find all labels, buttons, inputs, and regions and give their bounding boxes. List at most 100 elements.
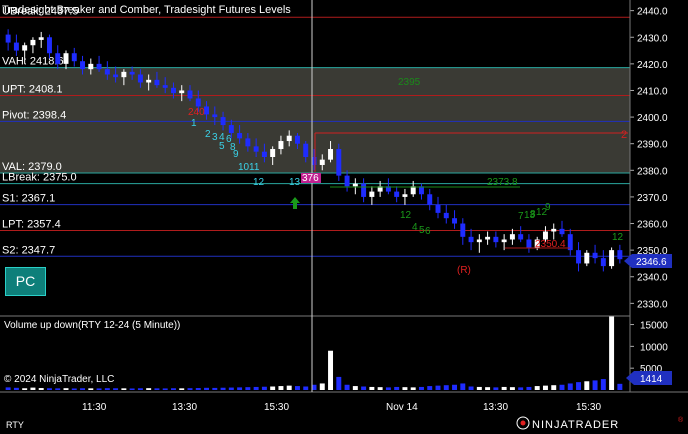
level-label-vah: VAH: 2418.6 xyxy=(2,56,64,68)
time-label-1130: 11:30 xyxy=(82,402,107,413)
price-tick-label: 2390.0 xyxy=(637,140,668,151)
volume-bar xyxy=(55,388,61,390)
volume-bar xyxy=(493,387,499,390)
candle-body xyxy=(187,90,193,99)
volume-bar xyxy=(245,387,251,390)
volume-bar xyxy=(278,386,284,390)
candle-body xyxy=(427,194,433,205)
candle-body xyxy=(162,85,168,88)
volume-bar xyxy=(146,388,152,390)
chart-canvas[interactable]: UBreak: 2437.5VAH: 2418.6UPT: 2408.1Pivo… xyxy=(0,0,688,434)
brand-logo-text: NINJATRADER xyxy=(532,419,619,431)
volume-bar xyxy=(46,388,52,390)
candle-body xyxy=(319,159,325,165)
instrument-label: RTY xyxy=(6,420,24,430)
price-tick-label: 2380.0 xyxy=(637,166,668,177)
volume-bar xyxy=(609,315,615,390)
volume-bar xyxy=(617,383,623,390)
volume-bar xyxy=(394,386,400,390)
candle-body xyxy=(352,183,358,187)
count-green-top: 2395 xyxy=(398,77,421,88)
volume-bar xyxy=(319,383,325,390)
candle-body xyxy=(328,149,334,160)
candle-body xyxy=(5,34,11,43)
level-label-s1: S1: 2367.1 xyxy=(2,193,55,205)
volume-bar xyxy=(121,388,127,390)
candle-body xyxy=(80,61,86,70)
volume-bar xyxy=(220,387,226,390)
candle-body xyxy=(576,250,582,264)
volume-bar xyxy=(286,385,292,390)
candle-body xyxy=(468,236,474,243)
candle-body xyxy=(237,133,243,139)
volume-bar xyxy=(452,384,458,390)
candle-body xyxy=(245,138,251,147)
candle-body xyxy=(493,236,499,243)
candle-body xyxy=(443,212,449,219)
volume-bar xyxy=(427,386,433,390)
level-label-pivot: Pivot: 2398.4 xyxy=(2,109,66,121)
candle-body xyxy=(452,218,458,224)
volume-bar xyxy=(212,387,218,390)
count-cyan-1: 1 xyxy=(191,118,197,129)
volume-bar xyxy=(261,386,267,390)
price-tick-label: 2440.0 xyxy=(637,7,668,18)
candle-body xyxy=(294,135,300,144)
volume-bar xyxy=(435,385,441,390)
volume-bar xyxy=(162,388,168,390)
candle-body xyxy=(286,135,292,142)
count-cyan-12: 12 xyxy=(253,177,265,188)
count-green-12b: 12 xyxy=(536,207,548,218)
candle-body xyxy=(22,45,28,51)
copyright-text: © 2024 NinjaTrader, LLC xyxy=(4,374,114,385)
price-tick-label: 2420.0 xyxy=(637,60,668,71)
volume-bar xyxy=(154,388,160,390)
candle-body xyxy=(476,239,482,243)
count-cyan-3: 3 xyxy=(212,132,218,143)
candle-body xyxy=(551,228,557,232)
candle-body xyxy=(121,71,127,78)
volume-bar xyxy=(542,385,548,390)
volume-bar xyxy=(63,388,69,390)
volume-bar xyxy=(129,388,135,390)
candle-body xyxy=(212,114,218,118)
price-tick-label: 2330.0 xyxy=(637,299,668,310)
volume-bar xyxy=(567,383,573,390)
count-green-12: 12 xyxy=(400,210,412,221)
volume-bar xyxy=(104,388,110,390)
candle-body xyxy=(501,239,507,243)
price-tick-label: 2370.0 xyxy=(637,193,668,204)
volume-value-label: 1414 xyxy=(640,374,663,385)
volume-bar xyxy=(534,386,540,390)
volume-value-tag: 1414 xyxy=(626,371,672,385)
volume-bar xyxy=(270,386,276,390)
volume-bar xyxy=(80,388,86,390)
candle-body xyxy=(129,71,135,75)
candle-body xyxy=(526,239,532,248)
volume-bar xyxy=(344,384,350,390)
count-cyan-10: 10 xyxy=(238,162,250,173)
candle-body xyxy=(460,223,466,237)
count-green-right: 12 xyxy=(612,232,624,243)
r-marker: (R) xyxy=(457,265,471,276)
pc-button[interactable]: PC xyxy=(5,267,46,296)
volume-bar xyxy=(336,376,342,390)
volume-bar xyxy=(385,387,391,390)
chart-title: Tradesight Breaker and Comber, Tradesigh… xyxy=(2,4,291,16)
volume-bar xyxy=(468,386,474,390)
time-label-1330-b: 13:30 xyxy=(483,402,508,413)
candle-body xyxy=(278,141,284,150)
candle-body xyxy=(146,79,152,83)
candle-body xyxy=(46,37,52,54)
volume-bar xyxy=(96,388,102,390)
volume-bar xyxy=(410,387,416,390)
candle-body xyxy=(13,42,19,51)
volume-bar xyxy=(592,380,598,390)
candle-body xyxy=(303,143,309,157)
candle-body xyxy=(63,53,69,64)
candle-body xyxy=(361,183,367,197)
candle-body xyxy=(204,106,210,115)
red-right-marker: 2 xyxy=(621,129,627,141)
level-label-upt: UPT: 2408.1 xyxy=(2,84,63,96)
candle-body xyxy=(179,90,185,94)
